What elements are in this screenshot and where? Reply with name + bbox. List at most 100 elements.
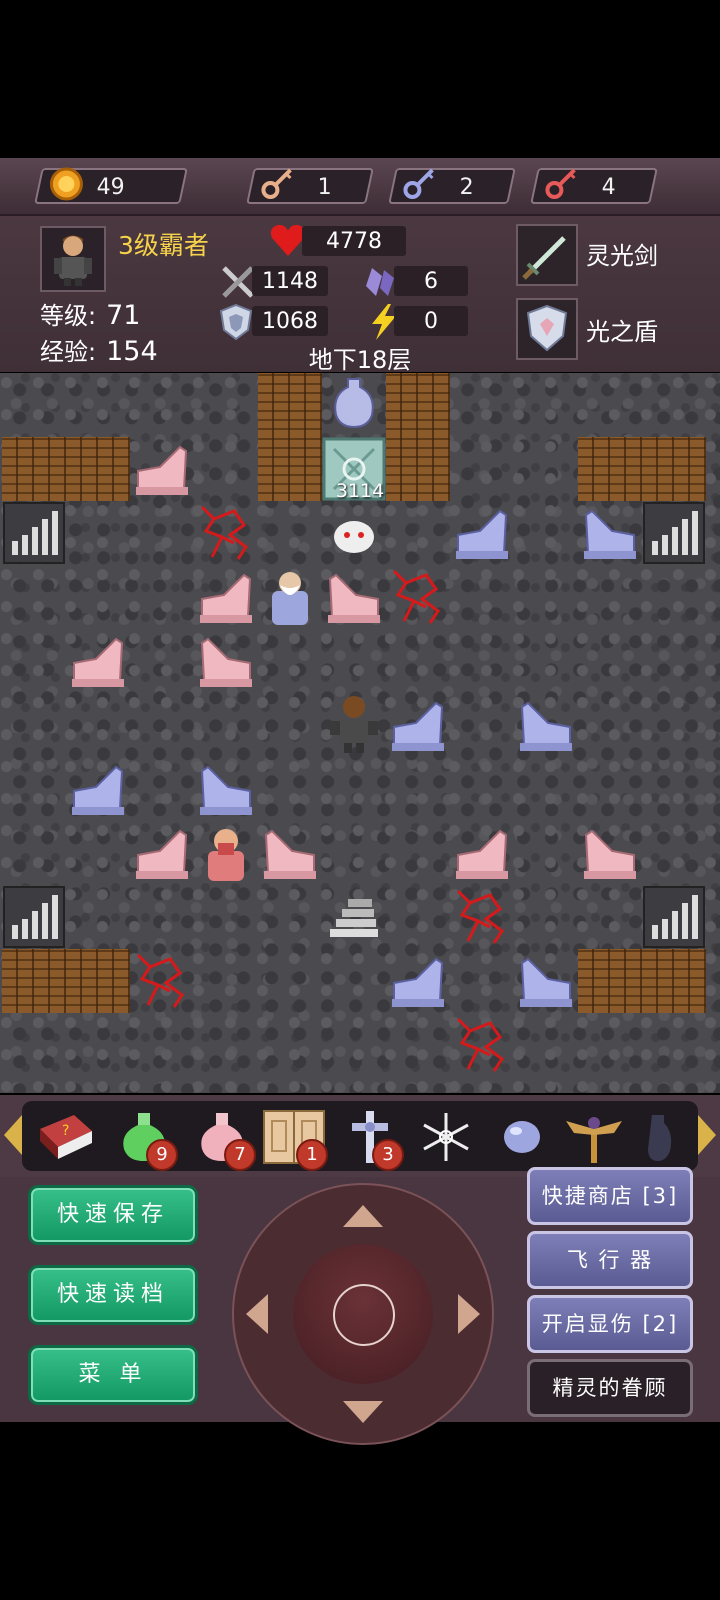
shield-icon xyxy=(219,303,253,341)
scroll-right-icon[interactable] xyxy=(698,1115,716,1155)
hero-status-panel: 3级霸者 等级: 71 经验: 154 4778 1148 6 1068 0 灵… xyxy=(0,216,720,374)
door-scroll-item[interactable]: 1 xyxy=(262,1109,328,1171)
hero-sprite-icon xyxy=(330,696,378,753)
blue-key-counter: 2 xyxy=(388,168,516,204)
blue-key-value: 2 xyxy=(459,175,474,200)
item-list: ? 9 7 1 3 xyxy=(22,1101,698,1171)
pink-sphinx-icon[interactable] xyxy=(578,821,642,885)
energy-stat: 0 xyxy=(394,306,468,336)
gold-value: 49 xyxy=(96,175,125,200)
defense-value: 1068 xyxy=(262,309,318,334)
resource-bar: 49 1 2 4 xyxy=(0,158,720,216)
quick-load-button[interactable]: 快速读档 xyxy=(28,1265,198,1325)
stairs-icon[interactable] xyxy=(2,501,66,565)
weapon-name: 灵光剑 xyxy=(586,242,658,270)
pink-potion-count: 7 xyxy=(224,1139,256,1171)
pink-sphinx-icon[interactable] xyxy=(322,565,386,629)
lava-crack-icon[interactable] xyxy=(450,1013,514,1077)
blue-sphinx-icon[interactable] xyxy=(386,949,450,1013)
pink-sphinx-icon[interactable] xyxy=(258,821,322,885)
yellow-key-value: 1 xyxy=(317,175,332,200)
lava-crack-icon[interactable] xyxy=(450,885,514,949)
red-key-value: 4 xyxy=(601,175,616,200)
blue-sphinx-icon[interactable] xyxy=(514,949,578,1013)
lava-crack-icon[interactable] xyxy=(194,501,258,565)
wall-tile xyxy=(578,437,642,501)
floor-label: 地下18层 xyxy=(308,346,412,374)
green-potion-count: 9 xyxy=(146,1139,178,1171)
flyer-button[interactable]: 飞 行 器 xyxy=(527,1231,693,1289)
wall-tile xyxy=(642,437,706,501)
item-bar: ? 9 7 1 3 xyxy=(0,1095,720,1177)
wall-tile xyxy=(578,949,642,1013)
crystal-orb-icon[interactable] xyxy=(490,1109,554,1165)
dwarf-merchant-icon[interactable] xyxy=(194,821,258,885)
level-row: 等级: 71 xyxy=(40,296,140,331)
blue-sphinx-icon[interactable] xyxy=(450,501,514,565)
pink-sphinx-icon[interactable] xyxy=(66,629,130,693)
quick-shop-button[interactable]: 快捷商店 [3] xyxy=(527,1167,693,1225)
monster-manual-icon[interactable]: ? xyxy=(34,1109,98,1165)
old-sage-icon[interactable] xyxy=(258,565,322,629)
white-slime-icon[interactable] xyxy=(322,501,386,565)
quick-save-button[interactable]: 快速保存 xyxy=(28,1185,198,1245)
lava-crack-icon[interactable] xyxy=(386,565,450,629)
stairs-icon[interactable] xyxy=(642,885,706,949)
blue-sphinx-icon[interactable] xyxy=(514,693,578,757)
gold-counter: 49 xyxy=(34,167,188,204)
door-scroll-count: 1 xyxy=(296,1139,328,1171)
pink-sphinx-icon[interactable] xyxy=(130,437,194,501)
dpad-up-icon[interactable] xyxy=(343,1205,383,1227)
dpad-right-icon[interactable] xyxy=(458,1294,480,1334)
wall-tile xyxy=(2,949,66,1013)
show-damage-button[interactable]: 开启显伤 [2] xyxy=(527,1295,693,1353)
hero-avatar-icon xyxy=(54,235,92,286)
dpad-center-ring-icon xyxy=(333,1284,395,1346)
menu-button[interactable]: 菜 单 xyxy=(28,1345,198,1405)
blue-sphinx-icon[interactable] xyxy=(578,501,642,565)
wall-tile xyxy=(66,949,130,1013)
blue-sphinx-icon[interactable] xyxy=(386,693,450,757)
dpad-left-icon[interactable] xyxy=(246,1294,268,1334)
pink-potion-item[interactable]: 7 xyxy=(190,1109,256,1171)
magic-defense-value: 6 xyxy=(424,269,438,294)
holy-cross-item[interactable]: 3 xyxy=(338,1109,404,1171)
attack-stat: 1148 xyxy=(252,266,328,296)
wall-tile xyxy=(258,437,322,501)
hp-value: 4778 xyxy=(326,229,382,254)
dpad-down-icon[interactable] xyxy=(343,1401,383,1423)
attack-value: 1148 xyxy=(262,269,318,294)
scroll-left-icon[interactable] xyxy=(4,1115,22,1155)
pink-sphinx-icon[interactable] xyxy=(194,565,258,629)
control-panel: 快速保存 快速读档 菜 单 快捷商店 [3] 飞 行 器 开启显伤 [2] 精灵… xyxy=(0,1167,720,1445)
stairs-icon[interactable] xyxy=(642,501,706,565)
hero-portrait xyxy=(40,226,106,292)
monster-hp-label: 3114 xyxy=(335,480,385,502)
svg-text:?: ? xyxy=(62,1123,69,1139)
wall-tile xyxy=(258,373,322,437)
green-potion-item[interactable]: 9 xyxy=(112,1109,178,1171)
winged-staff-icon[interactable] xyxy=(562,1109,626,1165)
defense-stat: 1068 xyxy=(252,306,328,336)
stairs-icon[interactable] xyxy=(2,885,66,949)
vase-icon[interactable] xyxy=(322,373,386,437)
game-map[interactable]: 3114 xyxy=(0,373,720,1093)
snowflake-icon[interactable] xyxy=(414,1109,478,1165)
pink-sphinx-icon[interactable] xyxy=(194,629,258,693)
sword-icon xyxy=(522,236,566,280)
dark-vase-icon[interactable] xyxy=(634,1109,674,1165)
red-key-counter: 4 xyxy=(530,168,658,204)
staircase-down-icon[interactable] xyxy=(322,885,386,949)
lava-crack-icon[interactable] xyxy=(130,949,194,1013)
blue-sphinx-icon[interactable] xyxy=(194,757,258,821)
pink-sphinx-icon[interactable] xyxy=(130,821,194,885)
weapon-slot xyxy=(516,224,578,286)
wall-tile xyxy=(66,437,130,501)
fairy-blessing-button[interactable]: 精灵的眷顾 xyxy=(527,1359,693,1417)
yellow-key-counter: 1 xyxy=(246,168,374,204)
direction-pad xyxy=(232,1183,494,1445)
level-value: 71 xyxy=(106,300,141,331)
blue-sphinx-icon[interactable] xyxy=(66,757,130,821)
pink-sphinx-icon[interactable] xyxy=(450,821,514,885)
energy-value: 0 xyxy=(424,309,438,334)
